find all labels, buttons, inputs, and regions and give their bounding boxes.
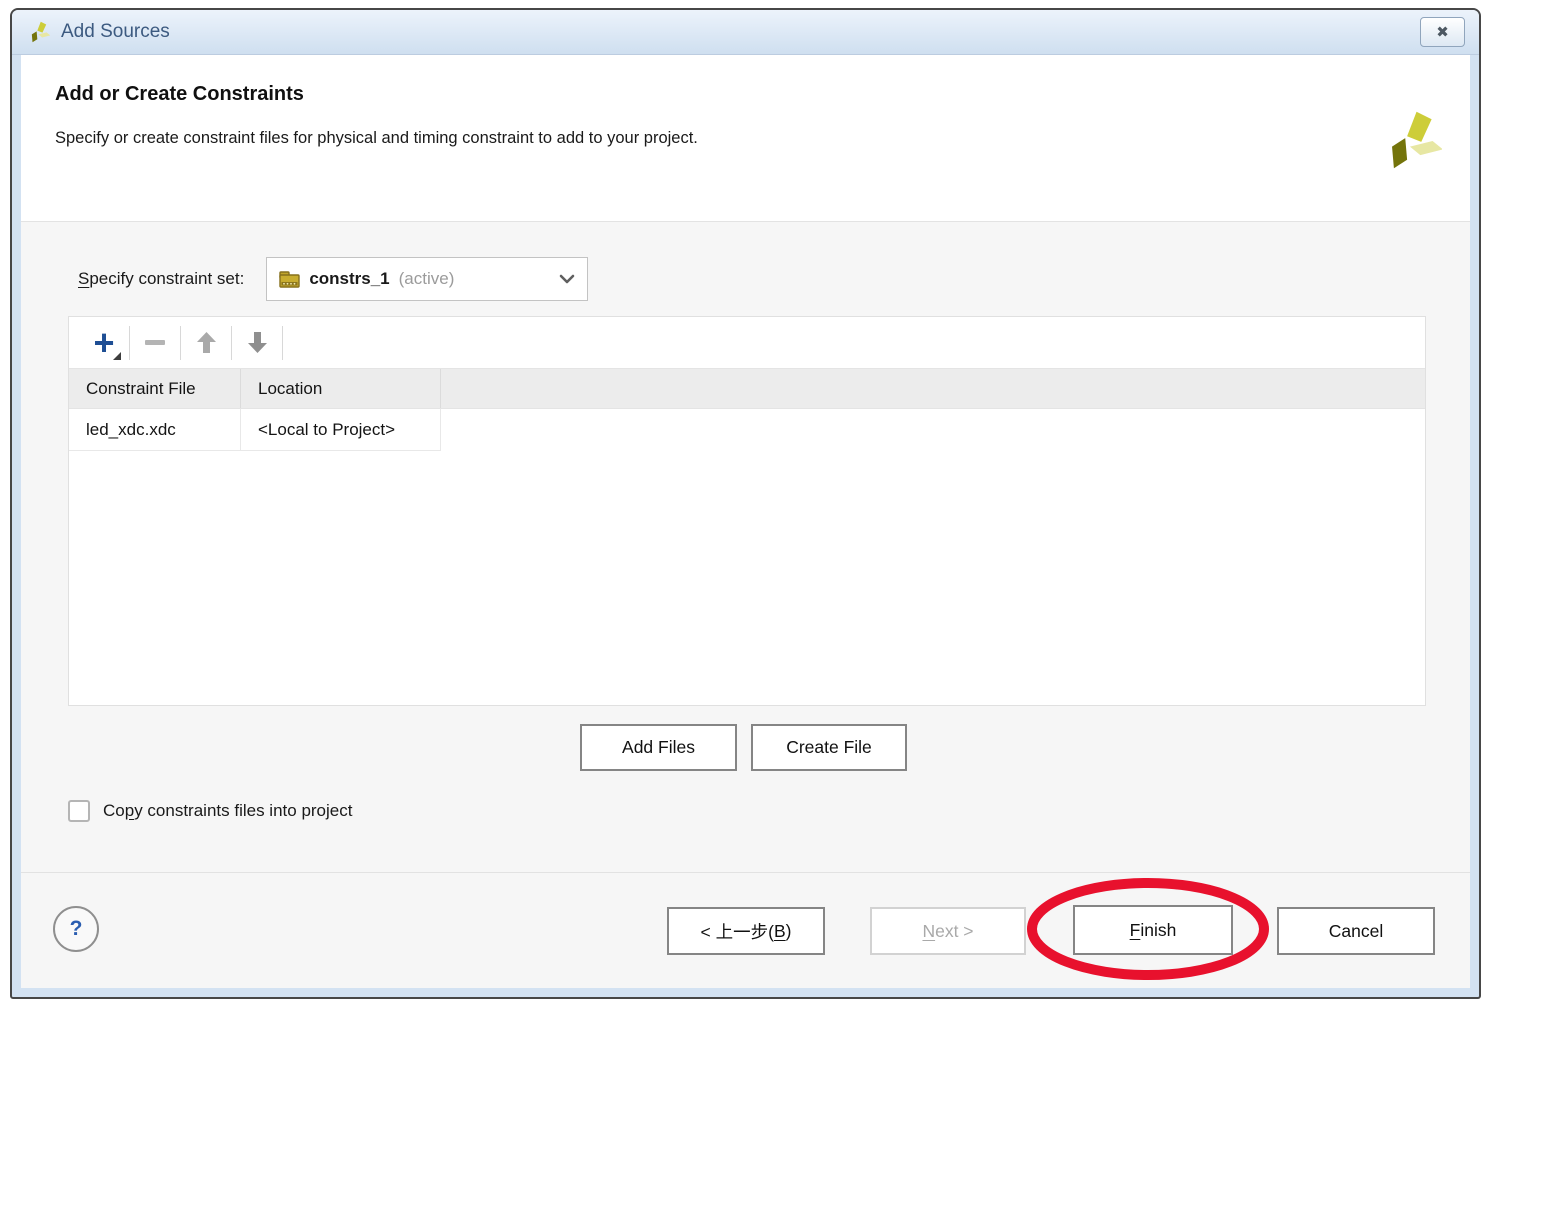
- chevron-down-icon: [559, 274, 575, 284]
- file-action-buttons: Add Files Create File: [580, 724, 907, 771]
- column-header-location: Location: [241, 369, 441, 408]
- screen: Add Sources ✖ Add or Create Constraints …: [0, 0, 1558, 1207]
- dialog-content: Add or Create Constraints Specify or cre…: [21, 55, 1470, 988]
- copy-constraints-label: Copy constraints files into project: [103, 801, 352, 821]
- arrow-down-icon: [248, 332, 267, 353]
- wizard-header: Add or Create Constraints Specify or cre…: [21, 55, 1470, 222]
- wizard-body: Specify constraint set: constrs_1: [21, 223, 1470, 871]
- toolbar-separator: [180, 326, 181, 360]
- arrow-up-icon: [197, 332, 216, 353]
- help-button[interactable]: ?: [53, 906, 99, 952]
- table-row[interactable]: led_xdc.xdc <Local to Project>: [69, 409, 1425, 451]
- dialog-title: Add Sources: [61, 21, 170, 43]
- add-files-button[interactable]: Add Files: [580, 724, 737, 771]
- wizard-footer: ? < 上一步(B) Next > Finish Cancel: [21, 872, 1470, 988]
- plus-dropdown-corner-icon: [113, 352, 121, 360]
- toolbar-separator: [231, 326, 232, 360]
- page-title: Add or Create Constraints: [55, 83, 304, 106]
- question-mark-icon: ?: [70, 917, 83, 941]
- cell-location: <Local to Project>: [241, 409, 441, 451]
- close-button[interactable]: ✖: [1420, 17, 1465, 47]
- constraint-set-value: constrs_1: [309, 269, 389, 289]
- plus-icon: +: [93, 328, 114, 358]
- cell-constraint-file: led_xdc.xdc: [69, 409, 241, 451]
- next-button: Next >: [870, 907, 1026, 955]
- create-file-button[interactable]: Create File: [751, 724, 907, 771]
- dialog-titlebar: Add Sources ✖: [12, 10, 1479, 55]
- files-toolbar: +: [69, 317, 1425, 369]
- move-down-button[interactable]: [235, 321, 279, 365]
- back-button[interactable]: < 上一步(B): [667, 907, 825, 955]
- finish-button[interactable]: Finish: [1073, 905, 1233, 955]
- minus-icon: [145, 340, 165, 345]
- xilinx-logo: [1376, 107, 1442, 173]
- cancel-button[interactable]: Cancel: [1277, 907, 1435, 955]
- constraint-set-status: (active): [399, 269, 455, 289]
- toolbar-separator: [129, 326, 130, 360]
- copy-constraints-checkbox[interactable]: [68, 800, 90, 822]
- close-icon: ✖: [1436, 23, 1449, 41]
- add-sources-dialog: Add Sources ✖ Add or Create Constraints …: [10, 8, 1481, 999]
- column-header-constraint-file: Constraint File: [69, 369, 241, 408]
- page-subtitle: Specify or create constraint files for p…: [55, 129, 698, 148]
- constraint-set-row: Specify constraint set: constrs_1: [78, 257, 588, 301]
- xilinx-logo-icon: [26, 20, 50, 44]
- remove-file-button[interactable]: [133, 321, 177, 365]
- table-header-row: Constraint File Location: [69, 369, 1425, 409]
- copy-constraints-row: Copy constraints files into project: [68, 800, 352, 822]
- folder-icon: [279, 271, 300, 288]
- move-up-button[interactable]: [184, 321, 228, 365]
- constraint-set-label: Specify constraint set:: [78, 269, 244, 289]
- constraint-files-panel: +: [68, 316, 1426, 706]
- constraint-set-dropdown[interactable]: constrs_1 (active): [266, 257, 588, 301]
- add-file-button[interactable]: +: [82, 321, 126, 365]
- toolbar-separator: [282, 326, 283, 360]
